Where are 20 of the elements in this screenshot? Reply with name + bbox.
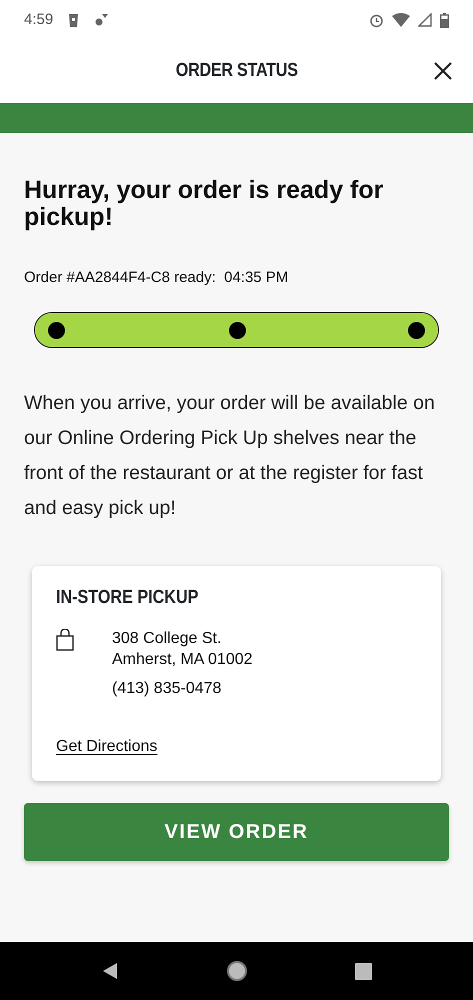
alarm-icon xyxy=(369,12,384,28)
order-ready-text: Order #AA2844F4-C8 ready: 04:35 PM xyxy=(24,268,290,288)
shopping-bag-icon xyxy=(56,628,74,651)
home-icon[interactable] xyxy=(226,960,248,982)
view-order-button[interactable]: VIEW ORDER xyxy=(24,803,449,861)
battery-icon xyxy=(440,12,449,28)
address-line: Amherst, MA 01002 xyxy=(112,650,253,670)
recents-icon[interactable] xyxy=(354,962,372,980)
wifi-icon xyxy=(392,13,410,27)
back-icon[interactable] xyxy=(101,962,120,980)
directions-link[interactable]: Get Directions xyxy=(56,735,158,759)
phone-number: (413) 835-0478 xyxy=(112,679,222,699)
pickup-message: When you arrive, your order will be available on our Online Ordering Pick Up shelves near the front of the restaurant or at the register for fast and easy pick up! xyxy=(24,390,436,520)
heading: Hurray, your order is ready for pickup! xyxy=(24,177,384,231)
address-line: 308 College St. xyxy=(112,629,222,649)
card-title: IN-STORE PICKUP xyxy=(56,586,198,610)
cup-icon xyxy=(69,14,78,26)
page-title: ORDER STATUS xyxy=(176,59,298,84)
signal-icon xyxy=(418,13,432,27)
clock-time: 4:59 xyxy=(24,10,54,30)
